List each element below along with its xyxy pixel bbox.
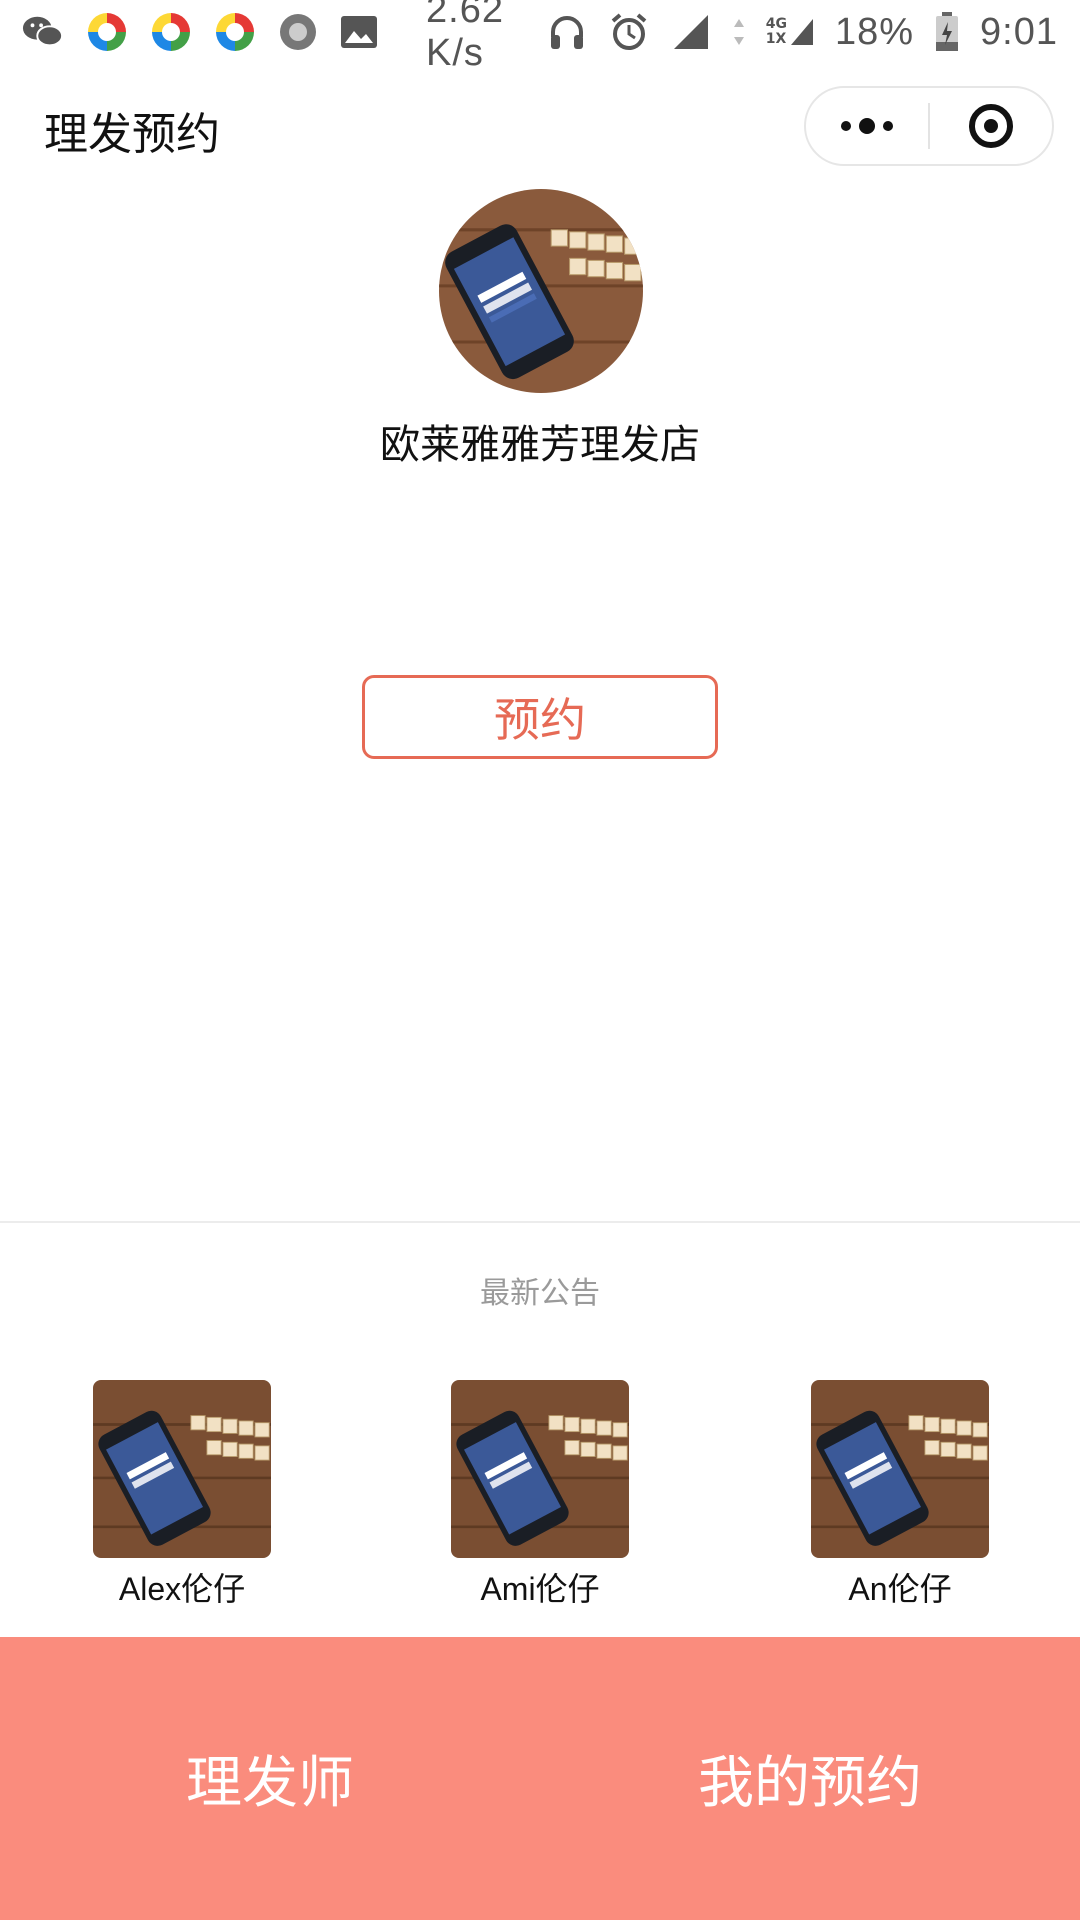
bottom-tab-bar: 理发师 我的预约 bbox=[0, 1637, 1080, 1920]
more-button[interactable] bbox=[806, 88, 928, 164]
tab-barbers[interactable]: 理发师 bbox=[0, 1637, 540, 1920]
network-type-top: 4G bbox=[765, 16, 787, 32]
notice-title: 最新公告 bbox=[480, 1276, 600, 1311]
barber-card[interactable]: Alex伦仔 bbox=[72, 1380, 292, 1610]
status-icons-left: 2.62 K/s bbox=[22, 0, 546, 75]
wechat-icon bbox=[22, 11, 64, 53]
status-icons-right: 4G 1X 18% 9:01 bbox=[546, 11, 1058, 54]
page-title: 理发预约 bbox=[44, 109, 220, 160]
network-speed: 2.62 K/s bbox=[426, 0, 504, 74]
section-divider bbox=[0, 1221, 1080, 1223]
barber-name: An伦仔 bbox=[848, 1571, 952, 1607]
signal-4g-icon: 4G 1X bbox=[766, 17, 815, 47]
data-arrows-icon bbox=[732, 11, 746, 53]
target-icon bbox=[969, 104, 1013, 148]
shop-avatar bbox=[439, 189, 643, 393]
image-icon bbox=[340, 11, 378, 53]
app-icon bbox=[214, 11, 256, 53]
phone-photo-icon bbox=[439, 189, 643, 393]
battery-icon bbox=[934, 11, 960, 53]
reserve-button[interactable]: 预约 bbox=[362, 675, 718, 759]
barber-card[interactable]: Ami伦仔 bbox=[430, 1380, 650, 1610]
barber-name: Alex伦仔 bbox=[118, 1571, 246, 1607]
barber-photo bbox=[93, 1380, 271, 1558]
clock: 9:01 bbox=[980, 10, 1058, 53]
app-icon bbox=[150, 11, 192, 53]
title-bar: 理发预约 bbox=[0, 70, 1080, 180]
more-dots-icon bbox=[841, 118, 893, 134]
app-icon bbox=[86, 11, 128, 53]
signal-icon bbox=[670, 11, 712, 53]
barber-photo bbox=[451, 1380, 629, 1558]
battery-percent: 18% bbox=[834, 10, 915, 53]
close-button[interactable] bbox=[930, 88, 1052, 164]
page: 2.62 K/s 4G 1X 18% 9:01 理发预约 欧莱雅雅芳理发店 预约… bbox=[0, 0, 1080, 1920]
mini-program-capsule bbox=[804, 86, 1054, 166]
alarm-icon bbox=[608, 11, 650, 53]
barber-card[interactable]: An伦仔 bbox=[790, 1380, 1010, 1610]
status-bar: 2.62 K/s 4G 1X 18% 9:01 bbox=[0, 0, 1080, 74]
network-type-bottom: 1X bbox=[765, 31, 787, 47]
shop-name: 欧莱雅雅芳理发店 bbox=[380, 422, 700, 468]
circle-icon bbox=[278, 11, 318, 53]
barber-photo bbox=[811, 1380, 989, 1558]
barber-name: Ami伦仔 bbox=[480, 1571, 600, 1607]
headphones-icon bbox=[546, 11, 588, 53]
tab-my-reservations[interactable]: 我的预约 bbox=[540, 1637, 1080, 1920]
